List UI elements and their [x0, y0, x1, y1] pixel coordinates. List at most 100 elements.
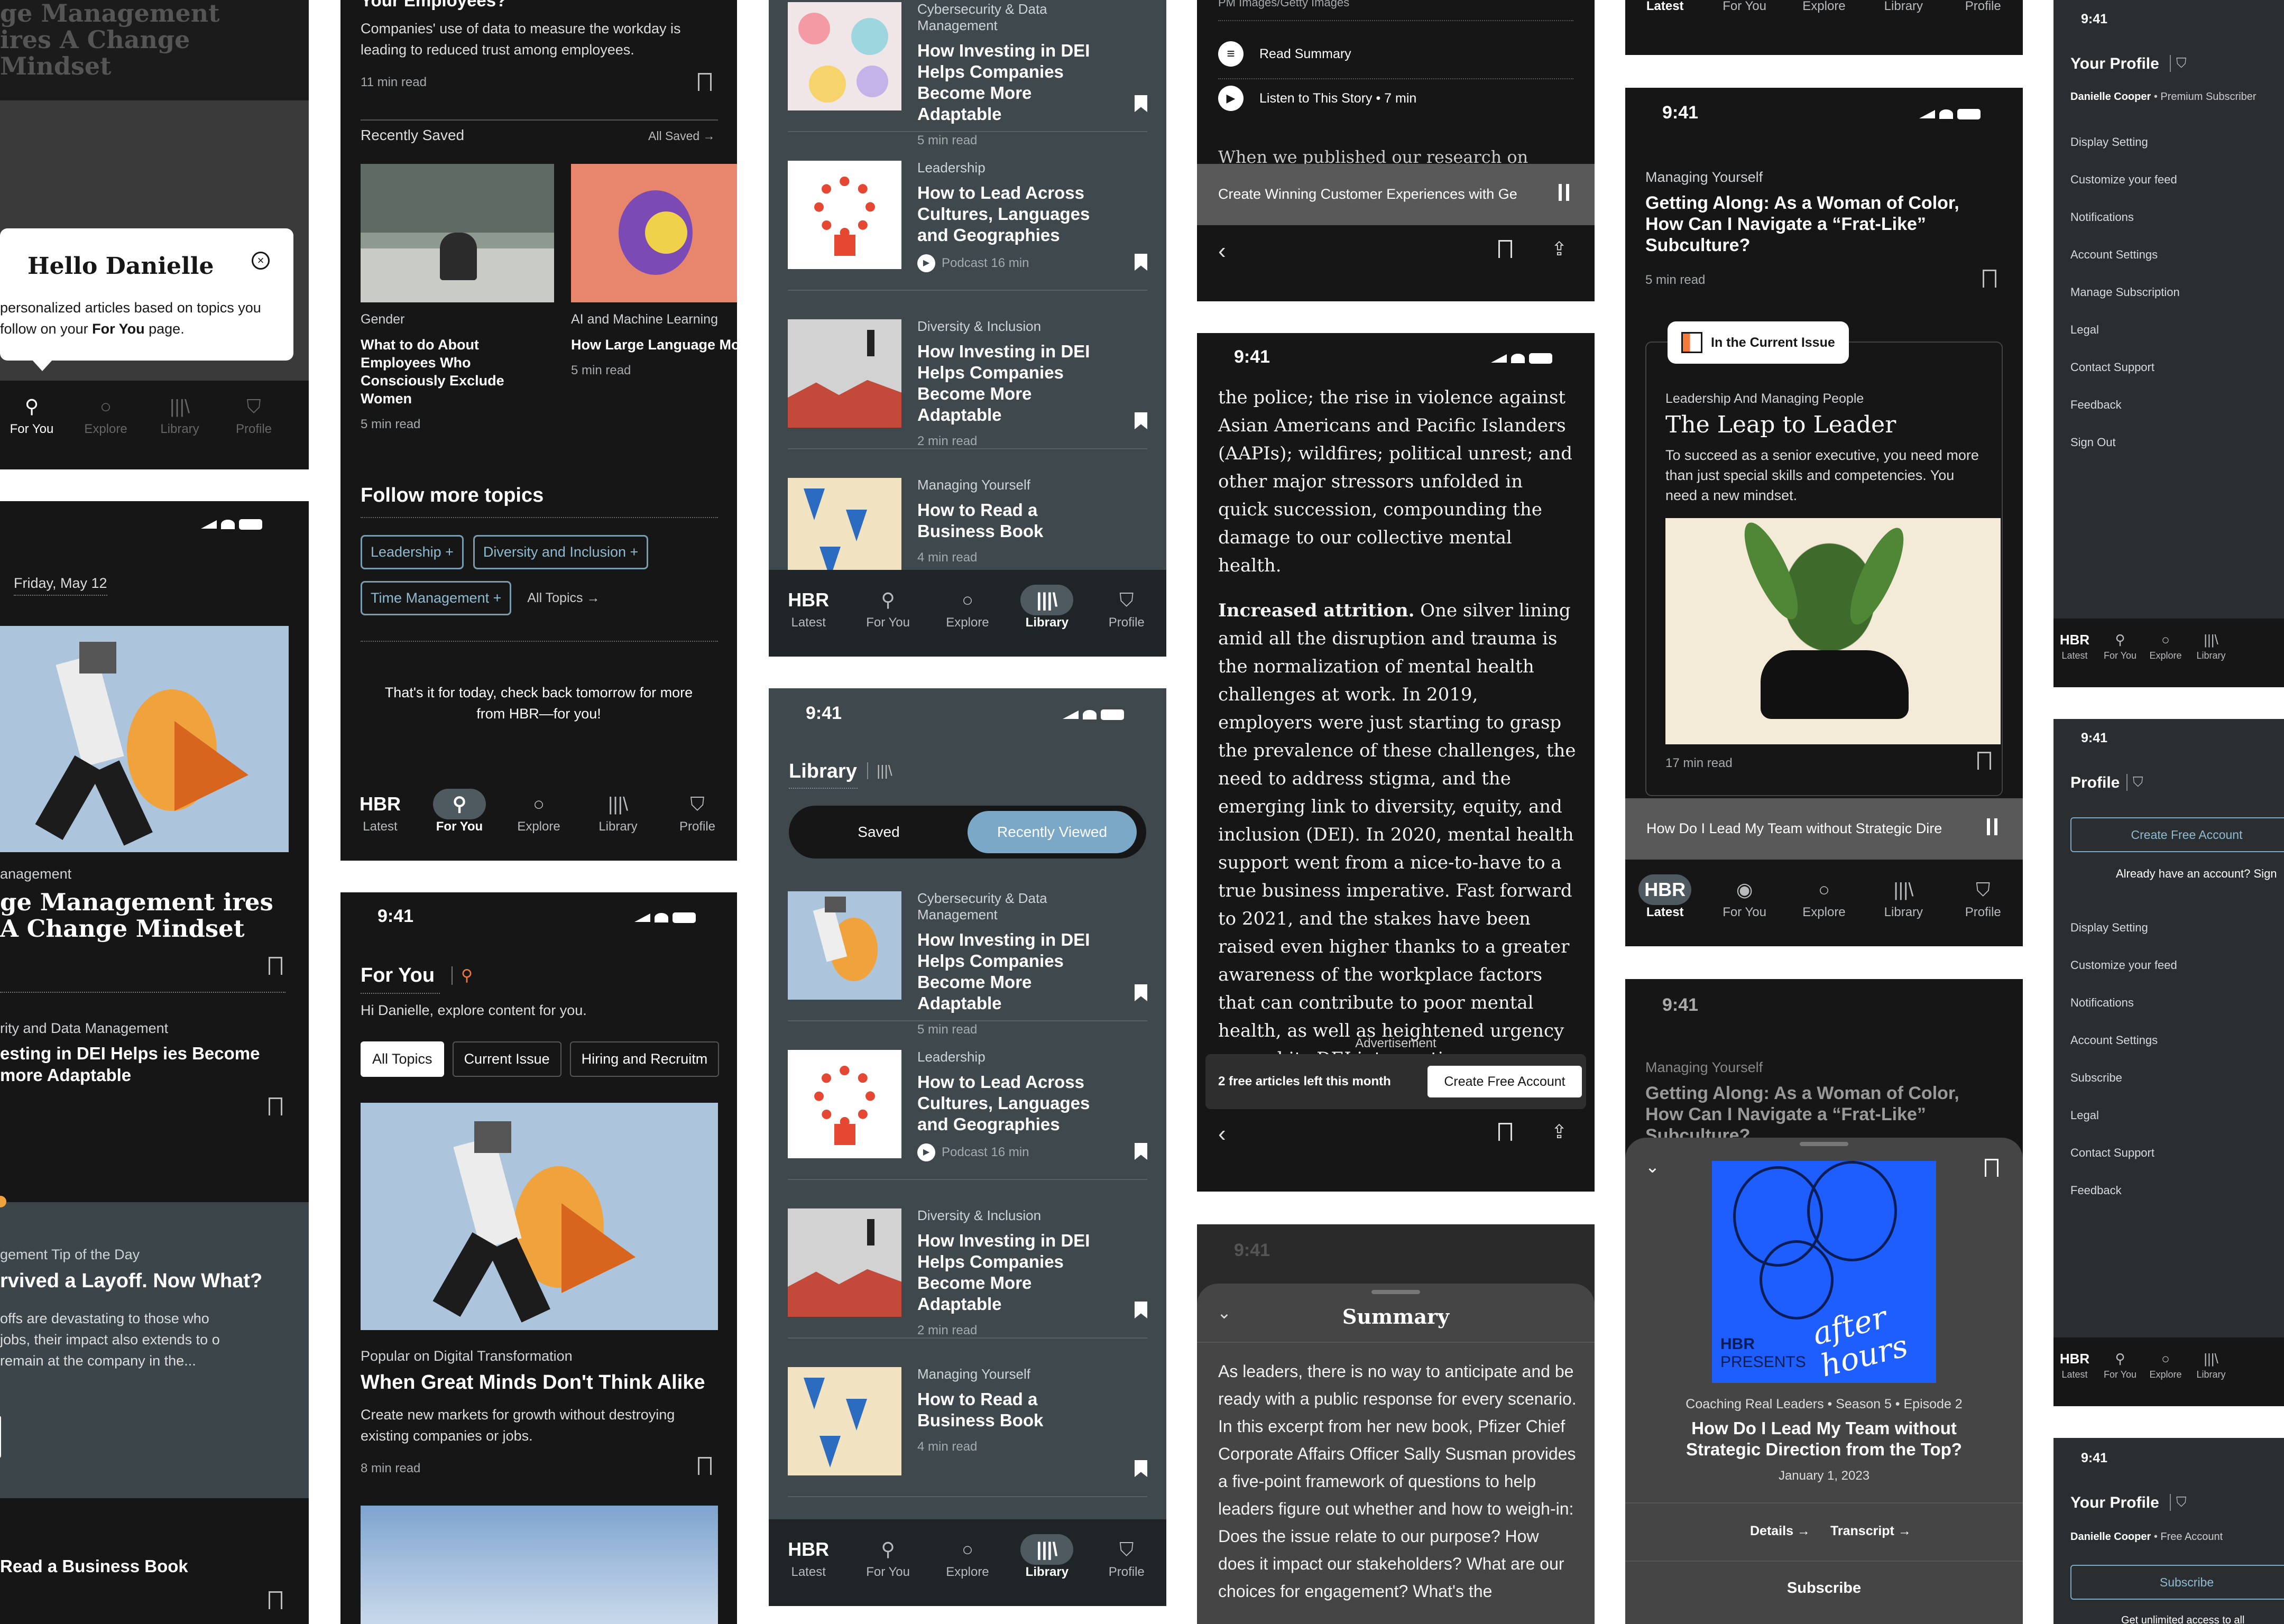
details-link[interactable]: Details → [1750, 1524, 1810, 1539]
create-account-button[interactable]: Create Free Account [2070, 817, 2284, 852]
topic-leadership[interactable]: Leadership + [361, 535, 464, 569]
tab-explore[interactable]: ○Explore [74, 391, 137, 469]
tab-for-you[interactable]: ⚲For You [0, 391, 63, 469]
profile-menu-item[interactable]: Legal [2070, 1109, 2177, 1122]
article-card[interactable]: Cybersecurity & Data Management How Inve… [788, 0, 1147, 147]
tab-latest[interactable]: HBRLatest [2053, 629, 2096, 687]
chip-current-issue[interactable]: Current Issue [452, 1041, 561, 1077]
article-headline[interactable]: ge Management ires A Change Mindset [0, 889, 286, 942]
saved-thumb-2[interactable] [571, 164, 737, 302]
tab-explore[interactable]: ○Explore [1792, 874, 1856, 946]
tab-explore[interactable]: ○Explore [936, 1534, 999, 1606]
drag-handle[interactable] [1800, 1142, 1848, 1146]
pause-icon[interactable] [1559, 184, 1569, 201]
tab-library[interactable]: |||\Library [1015, 1534, 1079, 1606]
profile-menu-item[interactable]: Feedback [2070, 398, 2180, 412]
tab-profile[interactable]: ⛉Profile [1951, 874, 2015, 946]
tab-library[interactable]: |||\Library [1872, 874, 1935, 946]
bookmark-icon[interactable] [1498, 240, 1512, 258]
topic-time-management[interactable]: Time Management + [361, 581, 512, 615]
profile-menu-item[interactable]: Customize your feed [2070, 173, 2180, 187]
profile-menu-item[interactable]: Account Settings [2070, 1034, 2177, 1047]
bookmark-icon[interactable] [1983, 270, 1996, 288]
seg-saved[interactable]: Saved [789, 806, 969, 859]
tab-latest[interactable]: HBRLatest [1633, 874, 1697, 946]
tab-profile[interactable]: ⛉Profile [222, 391, 286, 469]
back-icon[interactable]: ‹ [1218, 1121, 1226, 1147]
tip-button[interactable] [0, 1416, 1, 1458]
tab-profile[interactable]: ⛉Profile [1095, 1534, 1158, 1606]
tab-explore[interactable]: ○Explore [936, 585, 999, 657]
listen-button[interactable]: ▶ Listen to This Story • 7 min [1218, 86, 1416, 111]
tab-explore[interactable]: ○Explore [1792, 0, 1856, 14]
chip-hiring[interactable]: Hiring and Recruitm [569, 1041, 720, 1077]
feature-image[interactable] [361, 1103, 718, 1330]
tab-library[interactable]: |||\Library [1872, 0, 1935, 14]
create-account-button[interactable]: Create Free Account [1428, 1066, 1582, 1097]
saved-thumb-1[interactable] [361, 164, 554, 302]
tab-library[interactable]: |||\Library [148, 391, 211, 469]
profile-menu-item[interactable]: Account Settings [2070, 248, 2180, 262]
bookmark-icon[interactable] [698, 73, 712, 91]
all-topics-link[interactable]: All Topics → [527, 590, 600, 606]
tab-for-you[interactable]: ⚲For You [1713, 0, 1776, 14]
profile-menu-item[interactable]: Contact Support [2070, 1146, 2177, 1160]
article-headline[interactable]: Your Employees? [361, 0, 506, 11]
bookmark-icon[interactable] [269, 957, 282, 975]
tab-profile[interactable]: ⛉Profile [1951, 0, 2015, 14]
tip-card[interactable]: gement Tip of the Day rvived a Layoff. N… [0, 1196, 309, 1498]
tab-for-you[interactable]: ⚲For You [856, 585, 920, 657]
bookmark-icon[interactable] [1977, 752, 1991, 770]
bookmark-icon[interactable] [1135, 1143, 1147, 1160]
chip-all-topics[interactable]: All Topics [361, 1041, 444, 1077]
tab-library[interactable]: |||\Library [1015, 585, 1079, 657]
tab-for-you[interactable]: ⚲For You [2099, 1348, 2141, 1406]
tab-latest[interactable]: HBRLatest [777, 585, 840, 657]
seg-recent[interactable]: Recently Viewed [968, 811, 1137, 853]
tab-latest[interactable]: HBRLatest [1633, 0, 1697, 14]
sign-in-link[interactable]: Already have an account? Sign [2116, 867, 2277, 881]
profile-menu-item[interactable]: Feedback [2070, 1184, 2177, 1197]
bookmark-icon[interactable] [269, 1097, 282, 1115]
bookmark-icon[interactable] [698, 1457, 712, 1475]
profile-menu-item[interactable]: Display Setting [2070, 921, 2177, 935]
tab-for-you[interactable]: ⚲For You [2099, 629, 2141, 687]
profile-menu-item[interactable]: Manage Subscription [2070, 285, 2180, 299]
mini-player[interactable]: How Do I Lead My Team without Strategic … [1625, 798, 2023, 860]
back-icon[interactable]: ‹ [1218, 238, 1226, 264]
profile-menu-item[interactable]: Legal [2070, 323, 2180, 337]
article-card[interactable]: Diversity & Inclusion How Investing in D… [788, 1196, 1147, 1339]
read-summary-button[interactable]: ≡ Read Summary [1218, 41, 1351, 67]
bookmark-icon[interactable] [1498, 1123, 1512, 1141]
pause-icon[interactable] [1987, 818, 1997, 835]
chevron-down-icon[interactable]: ⌄ [1645, 1157, 1660, 1177]
tab-latest[interactable]: HBRLatest [2053, 1348, 2096, 1406]
close-icon[interactable]: × [252, 252, 270, 270]
tab-for-you[interactable]: ◉ For You [1713, 874, 1776, 946]
popup-link[interactable]: For You [92, 321, 145, 337]
article-card[interactable]: Managing Yourself How to Read a Business… [788, 1354, 1147, 1497]
profile-menu-item[interactable]: Customize your feed [2070, 958, 2177, 972]
bookmark-icon[interactable] [1135, 254, 1147, 271]
tab-explore[interactable]: ○Explore [2144, 629, 2187, 687]
bookmark-icon[interactable] [1135, 95, 1147, 112]
bookmark-icon[interactable] [1135, 984, 1147, 1001]
mini-player[interactable]: Create Winning Customer Experiences with… [1197, 164, 1595, 225]
subscribe-button[interactable]: Subscribe [2070, 1565, 2284, 1600]
bookmark-icon[interactable] [269, 1591, 282, 1609]
topic-diversity[interactable]: Diversity and Inclusion + [473, 535, 649, 569]
article-card[interactable]: Leadership How to Lead Across Cultures, … [788, 148, 1147, 291]
article-headline[interactable]: Read a Business Book [0, 1556, 188, 1576]
article-headline[interactable]: Getting Along: As a Woman of Color, How … [1645, 192, 1973, 256]
article-card[interactable]: Leadership How to Lead Across Cultures, … [788, 1037, 1147, 1180]
share-icon[interactable]: ⇪ [1551, 1121, 1567, 1143]
tab-explore[interactable]: ○Explore [507, 789, 570, 861]
tab-library[interactable]: |||\Library [2190, 1348, 2232, 1406]
tab-profile[interactable]: ⛉Profile [1095, 585, 1158, 657]
profile-menu-item[interactable]: Subscribe [2070, 1071, 2177, 1085]
all-saved-link[interactable]: All Saved → [648, 129, 715, 143]
profile-menu-item[interactable]: Sign Out [2070, 436, 2180, 449]
bookmark-icon[interactable] [1985, 1159, 1998, 1177]
profile-menu-item[interactable]: Display Setting [2070, 135, 2180, 149]
saved-item[interactable]: AI and Machine Learning How Large Langua… [571, 312, 737, 378]
